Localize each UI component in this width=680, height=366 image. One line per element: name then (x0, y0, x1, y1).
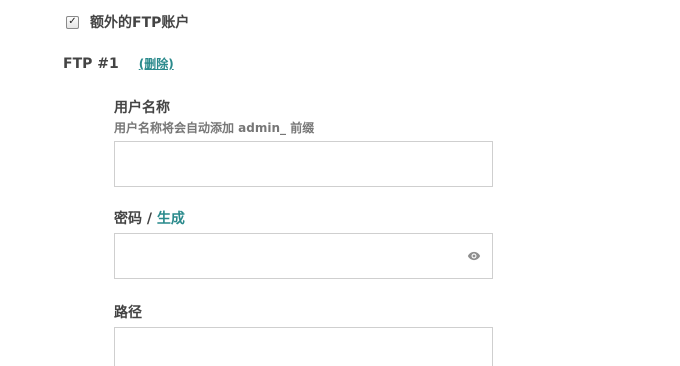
password-field-group: 密码 / 生成 (114, 208, 493, 279)
ftp-entry-header: FTP #1 (删除) (63, 55, 174, 72)
password-label-separator: / (142, 211, 157, 227)
password-input[interactable] (114, 233, 493, 279)
username-field-group: 用户名称 用户名称将会自动添加 admin_ 前缀 (114, 97, 493, 187)
extra-ftp-label[interactable]: 额外的FTP账户 (90, 12, 189, 32)
eye-icon[interactable] (467, 249, 481, 263)
path-input[interactable] (114, 327, 493, 366)
path-label: 路径 (114, 305, 142, 321)
path-field-group: 路径 (114, 302, 493, 366)
username-label: 用户名称 (114, 100, 170, 116)
password-input-wrap (114, 233, 493, 279)
password-label: 密码 (114, 211, 142, 227)
password-label-row: 密码 / 生成 (114, 208, 493, 228)
extra-ftp-row: ✓ 额外的FTP账户 (66, 12, 189, 32)
check-icon: ✓ (68, 16, 77, 27)
extra-ftp-checkbox[interactable]: ✓ (66, 15, 79, 29)
delete-ftp-link[interactable]: (删除) (139, 55, 174, 72)
ftp-accounts-form: ✓ 额外的FTP账户 FTP #1 (删除) 用户名称 用户名称将会自动添加 a… (0, 0, 680, 366)
username-hint: 用户名称将会自动添加 admin_ 前缀 (114, 121, 315, 135)
username-input[interactable] (114, 141, 493, 187)
generate-password-link[interactable]: 生成 (157, 211, 185, 227)
ftp-entry-title: FTP #1 (63, 56, 119, 72)
